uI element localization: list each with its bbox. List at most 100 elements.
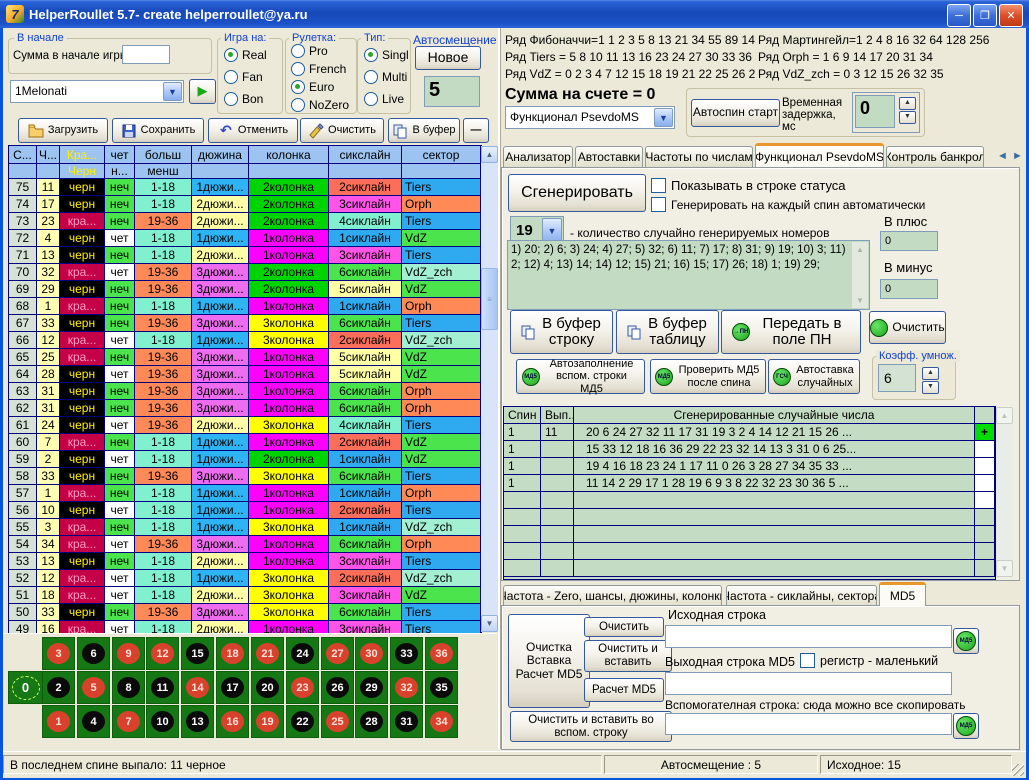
md5-clear-paste-aux-button[interactable]: Очистить и вставить во вспом. строку	[510, 711, 672, 742]
gen-table-scrollbar[interactable]: ▲ ▼	[996, 407, 1013, 577]
checkbox-icon[interactable]	[800, 653, 815, 668]
board-cell-31[interactable]: 31	[390, 705, 423, 738]
tab-4[interactable]: Функционал PsevdoMS	[755, 143, 884, 167]
checkbox-icon[interactable]	[651, 178, 666, 193]
board-cell-10[interactable]: 10	[146, 705, 179, 738]
board-cell-12[interactable]: 12	[146, 637, 179, 670]
transfer-pn-button[interactable]: →ПН Передать в поле ПН	[721, 310, 861, 354]
play-button[interactable]: ▶	[189, 79, 216, 104]
radio-icon[interactable]	[364, 48, 378, 62]
buffer-row-button[interactable]: В буфер строку	[510, 310, 613, 354]
radio-option-multi[interactable]: Multi	[364, 70, 407, 84]
scroll-up-icon[interactable]: ▲	[852, 242, 868, 257]
new-button[interactable]: Новое	[415, 46, 481, 70]
clear-button[interactable]: Очистить	[300, 118, 384, 143]
to-buffer-button[interactable]: В буфер	[388, 118, 460, 143]
start-sum-input[interactable]	[122, 45, 170, 64]
board-cell-27[interactable]: 27	[321, 637, 354, 670]
board-cell-24[interactable]: 24	[286, 637, 319, 670]
collapse-button[interactable]: —	[463, 118, 489, 143]
board-cell-18[interactable]: 18	[216, 637, 249, 670]
board-cell-8[interactable]: 8	[112, 671, 145, 704]
md5-clear-button[interactable]: Очистить	[584, 617, 664, 637]
plus-value[interactable]: 0	[880, 231, 938, 251]
board-cell-34[interactable]: 34	[425, 705, 458, 738]
close-button[interactable]: ✕	[999, 4, 1023, 27]
gen-table-row[interactable]: 11120 6 24 27 32 11 17 31 19 3 2 4 14 12…	[504, 424, 995, 441]
radio-option-pro[interactable]: Pro	[291, 44, 328, 58]
title-bar[interactable]: 7 HelperRoullet 5.7- create helperroulle…	[0, 0, 1029, 28]
spin-up-icon[interactable]: ▲	[922, 367, 939, 380]
show-status-checkbox-row[interactable]: Показывать в строке статуса	[651, 178, 846, 193]
board-cell-15[interactable]: 15	[181, 637, 214, 670]
spin-table-scrollbar[interactable]: ▲ ≡ ▼	[481, 146, 498, 632]
radio-icon[interactable]	[291, 62, 305, 76]
board-cell-11[interactable]: 11	[146, 671, 179, 704]
autofill-md5-button[interactable]: МД5 Автозаполнение вспом. строки МД5	[516, 359, 645, 394]
load-button[interactable]: Загрузить	[18, 118, 108, 143]
radio-option-french[interactable]: French	[291, 62, 346, 76]
table-row[interactable]: 6612кра...чет1-181дюжи...3колонка2сиклай…	[9, 332, 481, 349]
table-row[interactable]: 6231черннеч19-363дюжи...1колонка6сиклайн…	[9, 400, 481, 417]
table-row[interactable]: 7113черннеч1-182дюжи...1колонка3сиклайнT…	[9, 247, 481, 264]
radio-icon[interactable]	[224, 92, 238, 106]
scrollbar-thumb[interactable]: ≡	[481, 268, 498, 330]
resize-grip[interactable]	[1012, 764, 1024, 776]
scroll-down-icon[interactable]: ▼	[481, 615, 498, 632]
spin-up-icon[interactable]: ▲	[899, 97, 916, 110]
radio-icon[interactable]	[224, 70, 238, 84]
md5-calc-source-button[interactable]: МД5	[953, 628, 979, 654]
checkbox-icon[interactable]	[651, 197, 666, 212]
table-row[interactable]: 724чернчет1-181дюжи...1колонка1сиклайнVd…	[9, 230, 481, 247]
bottom-tab-2[interactable]: Частота - сиклайны, сектора	[726, 585, 877, 606]
functional-combobox[interactable]: Функционал PsevdoMS ▼	[505, 106, 675, 129]
delay-value[interactable]: 0	[855, 95, 895, 128]
minus-value[interactable]: 0	[880, 279, 938, 299]
radio-icon[interactable]	[224, 48, 238, 62]
radio-option-bon[interactable]: Bon	[224, 92, 263, 106]
table-row[interactable]: 553кра...неч1-181дюжи...3колонка1сиклайн…	[9, 519, 481, 536]
board-cell-17[interactable]: 17	[216, 671, 249, 704]
radio-icon[interactable]	[364, 70, 378, 84]
board-cell-30[interactable]: 30	[355, 637, 388, 670]
board-cell-3[interactable]: 3	[42, 637, 75, 670]
scroll-up-icon[interactable]: ▲	[996, 407, 1013, 424]
maximize-button[interactable]: ❐	[973, 4, 997, 27]
buffer-table-button[interactable]: В буфер таблицу	[616, 310, 719, 354]
table-row[interactable]: 6331черннеч19-363дюжи...1колонка6сиклайн…	[9, 383, 481, 400]
table-row[interactable]: 7511черннеч1-181дюжи...2колонка2сиклайнT…	[9, 179, 481, 196]
table-row[interactable]: 7032кра...чет19-363дюжи...2колонка6сикла…	[9, 264, 481, 281]
board-cell-36[interactable]: 36	[425, 637, 458, 670]
spin-down-icon[interactable]: ▼	[899, 111, 916, 124]
coeff-value[interactable]: 6	[878, 364, 916, 392]
board-cell-13[interactable]: 13	[181, 705, 214, 738]
board-cell-33[interactable]: 33	[390, 637, 423, 670]
table-row[interactable]: 7323кра...неч19-362дюжи...2колонка4сикла…	[9, 213, 481, 230]
table-row[interactable]: 571кра...неч1-181дюжи...1колонка1сиклайн…	[9, 485, 481, 502]
gen-table-row[interactable]: 115 33 12 18 16 36 29 22 23 32 14 13 3 3…	[504, 441, 995, 458]
md5-source-input[interactable]	[665, 625, 952, 648]
table-row[interactable]: 5313черннеч1-182дюжи...1колонка3сиклайнT…	[9, 553, 481, 570]
spin-down-icon[interactable]: ▼	[922, 381, 939, 394]
md5-calc-button[interactable]: Расчет MD5	[584, 678, 664, 702]
board-cell-23[interactable]: 23	[286, 671, 319, 704]
table-row[interactable]: 5033черннеч19-363дюжи...3колонка6сиклайн…	[9, 604, 481, 621]
radio-icon[interactable]	[291, 44, 305, 58]
check-md5-button[interactable]: МД5 Проверить МД5 после спина	[650, 359, 766, 394]
board-cell-21[interactable]: 21	[251, 637, 284, 670]
scroll-up-icon[interactable]: ▲	[481, 146, 498, 163]
undo-button[interactable]: ↶ Отменить	[208, 118, 298, 143]
board-cell-16[interactable]: 16	[216, 705, 249, 738]
md5-clear-paste-button[interactable]: Очистить и вставить	[584, 640, 672, 672]
board-cell-4[interactable]: 4	[77, 705, 110, 738]
table-row[interactable]: 5118кра...чет1-182дюжи...3колонка3сиклай…	[9, 587, 481, 604]
board-cell-35[interactable]: 35	[425, 671, 458, 704]
radio-option-singl[interactable]: Singl	[364, 48, 409, 62]
generate-button[interactable]: Сгенерировать	[508, 174, 646, 212]
radio-icon[interactable]	[291, 80, 305, 94]
table-row[interactable]: 5212кра...чет1-181дюжи...3колонка2сиклай…	[9, 570, 481, 587]
board-cell-9[interactable]: 9	[112, 637, 145, 670]
scroll-down-icon[interactable]: ▼	[852, 293, 868, 308]
gen-table-row[interactable]: 111 14 2 29 17 1 28 19 6 9 3 8 22 32 23 …	[504, 475, 995, 492]
table-row[interactable]: 592чернчет1-181дюжи...2колонка1сиклайнVd…	[9, 451, 481, 468]
